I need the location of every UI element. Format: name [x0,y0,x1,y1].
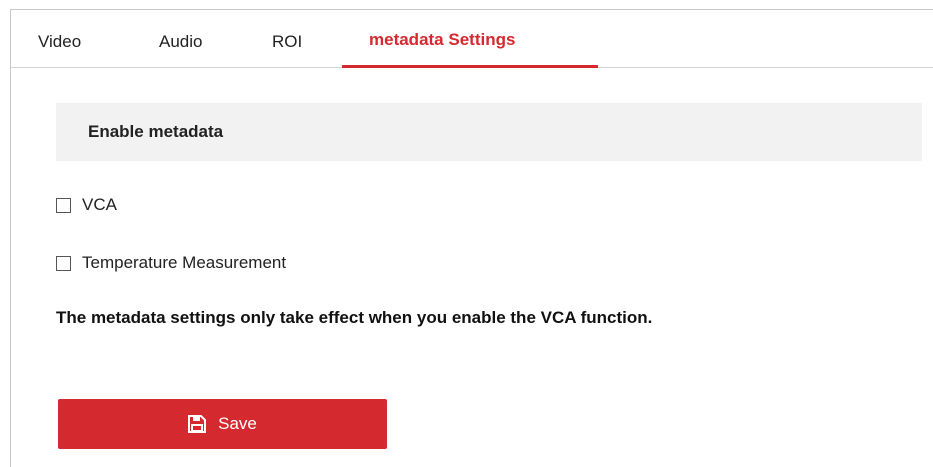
enable-metadata-section-header: Enable metadata [56,103,922,161]
metadata-note: The metadata settings only take effect w… [56,308,653,327]
tab-audio[interactable]: Audio [159,32,202,52]
save-icon [188,415,207,433]
save-button[interactable]: Save [58,399,387,449]
temperature-measurement-label: Temperature Measurement [82,253,287,272]
active-tab-indicator [342,65,598,68]
tab-roi[interactable]: ROI [272,32,302,52]
temperature-measurement-option[interactable]: Temperature Measurement [56,253,286,273]
tab-video[interactable]: Video [38,32,81,52]
vca-checkbox[interactable] [56,197,71,213]
section-title: Enable metadata [88,122,224,141]
save-button-label: Save [218,414,257,433]
vca-label: VCA [82,195,117,214]
tab-metadata-settings[interactable]: metadata Settings [369,30,515,50]
temperature-measurement-checkbox[interactable] [56,255,71,271]
vca-option[interactable]: VCA [56,195,117,215]
tab-bar: Video Audio ROI metadata Settings [11,10,933,68]
